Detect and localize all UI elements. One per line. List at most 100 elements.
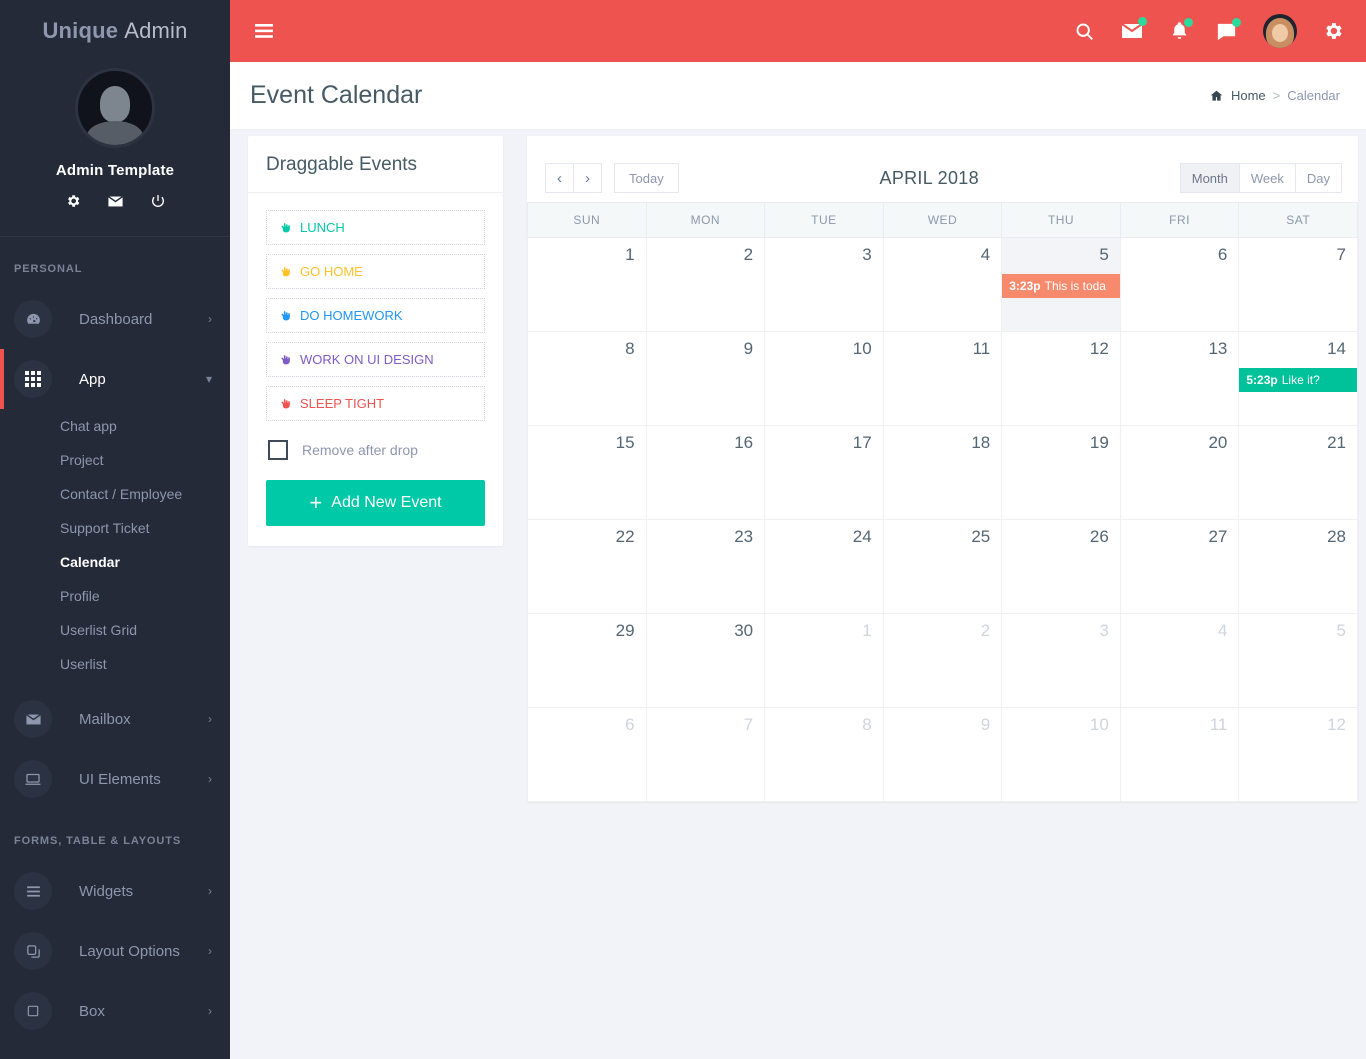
calendar-day-cell[interactable]: 12 [1001, 331, 1121, 426]
sidebar-item-dashboard[interactable]: Dashboard › [0, 289, 230, 349]
add-new-event-button[interactable]: + Add New Event [266, 480, 485, 526]
sidebar-item-userlist[interactable]: Userlist [0, 647, 230, 681]
calendar-day-cell[interactable]: 1 [764, 613, 884, 708]
remove-after-drop-checkbox[interactable] [268, 440, 288, 460]
sidebar-item-app[interactable]: App ▾ [0, 349, 230, 409]
calendar-day-cell[interactable]: 11 [1119, 707, 1240, 802]
hamburger-icon[interactable] [255, 24, 273, 38]
calendar-day-cell[interactable]: 4 [882, 237, 1003, 332]
calendar-day-cell[interactable]: 25 [882, 519, 1003, 614]
calendar-day-number: 11 [1209, 715, 1228, 734]
sidebar-item-box[interactable]: Box › [0, 981, 230, 1041]
sidebar-item-label: Mailbox [79, 710, 131, 728]
sidebar-item-widgets[interactable]: Widgets › [0, 861, 230, 921]
calendar-day-cell[interactable]: 6 [527, 707, 647, 802]
calendar-day-cell[interactable]: 17 [764, 425, 884, 520]
calendar-day-cell[interactable]: 7 [1238, 237, 1358, 332]
draggable-event-go-home[interactable]: GO HOME [266, 254, 485, 289]
sidebar-item-mailbox[interactable]: Mailbox › [0, 689, 230, 749]
calendar-day-cell[interactable]: 3 [764, 237, 884, 332]
power-icon[interactable] [150, 193, 166, 210]
calendar-day-number: 11 [972, 339, 991, 358]
search-icon[interactable] [1074, 21, 1095, 42]
laptop-icon [14, 760, 52, 798]
calendar-day-cell[interactable]: 16 [645, 425, 766, 520]
calendar-day-cell[interactable]: 23 [645, 519, 766, 614]
calendar-day-cell[interactable]: 2 [882, 613, 1003, 708]
sidebar-item-contact-employee[interactable]: Contact / Employee [0, 477, 230, 511]
sidebar-item-ui-elements[interactable]: UI Elements › [0, 749, 230, 809]
sidebar-item-userlist-grid[interactable]: Userlist Grid [0, 613, 230, 647]
calendar-day-cell[interactable]: 15 [527, 425, 647, 520]
brand-light: Admin [124, 18, 188, 43]
envelope-icon[interactable] [107, 193, 124, 210]
calendar-day-cell[interactable]: 11 [882, 331, 1003, 426]
calendar-day-cell[interactable]: 5 3:23p This is toda [1001, 237, 1121, 332]
calendar-day-cell[interactable]: 12 [1238, 707, 1358, 802]
calendar-event[interactable]: 5:23p Like it? [1239, 368, 1357, 392]
breadcrumb-home[interactable]: Home [1231, 88, 1266, 103]
calendar-day-cell[interactable]: 18 [882, 425, 1003, 520]
calendar-day-cell[interactable]: 8 [527, 331, 647, 426]
sidebar-item-calendar[interactable]: Calendar [0, 545, 230, 579]
calendar-week-row: 22 23 24 25 26 27 28 [527, 519, 1358, 614]
calendar-day-cell[interactable]: 27 [1119, 519, 1240, 614]
calendar-day-cell[interactable]: 10 [764, 331, 884, 426]
bell-icon[interactable] [1169, 18, 1193, 42]
calendar-next-button[interactable]: › [573, 163, 602, 193]
calendar-day-cell[interactable]: 3 [1001, 613, 1121, 708]
breadcrumb-separator: > [1272, 88, 1281, 103]
calendar-day-cell[interactable]: 7 [645, 707, 766, 802]
calendar-day-number: 27 [1208, 527, 1228, 546]
calendar-day-number: 2 [743, 245, 754, 264]
calendar-day-number: 10 [852, 339, 872, 358]
calendar-weekday: SAT [1238, 202, 1358, 238]
calendar-day-number: 1 [625, 245, 635, 264]
calendar-card: ‹ › Today APRIL 2018 Month Week Day SUN M… [527, 136, 1358, 802]
calendar-view-week[interactable]: Week [1238, 163, 1296, 193]
draggable-event-do-homework[interactable]: DO HOMEWORK [266, 298, 485, 333]
mail-icon[interactable] [1120, 17, 1147, 43]
calendar-day-cell[interactable]: 30 [645, 613, 766, 708]
brand-logo[interactable]: Unique Admin [0, 0, 230, 62]
calendar-prev-button[interactable]: ‹ [545, 163, 574, 193]
calendar-day-cell[interactable]: 4 [1119, 613, 1240, 708]
draggable-event-work-on-ui-design[interactable]: WORK ON UI DESIGN [266, 342, 485, 377]
calendar-event[interactable]: 3:23p This is toda [1002, 274, 1120, 298]
sidebar-item-support-ticket[interactable]: Support Ticket [0, 511, 230, 545]
calendar-day-cell[interactable]: 2 [645, 237, 766, 332]
calendar-day-cell[interactable]: 9 [882, 707, 1003, 802]
draggable-event-lunch[interactable]: LUNCH [266, 210, 485, 245]
calendar-view-day[interactable]: Day [1294, 163, 1342, 193]
calendar-today-button[interactable]: Today [614, 163, 679, 193]
calendar-day-cell[interactable]: 8 [764, 707, 884, 802]
calendar-day-cell[interactable]: 20 [1119, 425, 1240, 520]
sidebar-item-chat-app[interactable]: Chat app [0, 409, 230, 443]
calendar-day-cell[interactable]: 28 [1238, 519, 1358, 614]
calendar-view-month[interactable]: Month [1179, 163, 1240, 193]
chat-badge [1232, 17, 1241, 27]
user-avatar[interactable] [1263, 14, 1297, 48]
draggable-event-sleep-tight[interactable]: SLEEP TIGHT [266, 386, 485, 421]
calendar-day-cell[interactable]: 24 [764, 519, 884, 614]
calendar-day-cell[interactable]: 9 [645, 331, 766, 426]
calendar-day-cell[interactable]: 22 [527, 519, 647, 614]
gear-icon[interactable] [1322, 20, 1344, 42]
calendar-day-cell[interactable]: 6 [1119, 237, 1240, 332]
sidebar-item-layout-options[interactable]: Layout Options › [0, 921, 230, 981]
chat-icon[interactable] [1215, 17, 1241, 43]
calendar-day-cell[interactable]: 21 [1238, 425, 1358, 520]
calendar-day-cell[interactable]: 19 [1001, 425, 1121, 520]
calendar-day-cell[interactable]: 14 5:23p Like it? [1238, 331, 1358, 426]
hand-pointer-icon [279, 265, 292, 278]
calendar-day-cell[interactable]: 5 [1238, 613, 1358, 708]
calendar-day-cell[interactable]: 29 [527, 613, 647, 708]
calendar-day-cell[interactable]: 26 [1001, 519, 1121, 614]
calendar-day-cell[interactable]: 1 [527, 237, 647, 332]
gear-icon[interactable] [65, 193, 81, 210]
sidebar-item-project[interactable]: Project [0, 443, 230, 477]
profile-avatar [75, 68, 155, 148]
sidebar-item-profile[interactable]: Profile [0, 579, 230, 613]
calendar-day-cell[interactable]: 10 [1001, 707, 1121, 802]
calendar-day-cell[interactable]: 13 [1119, 331, 1240, 426]
